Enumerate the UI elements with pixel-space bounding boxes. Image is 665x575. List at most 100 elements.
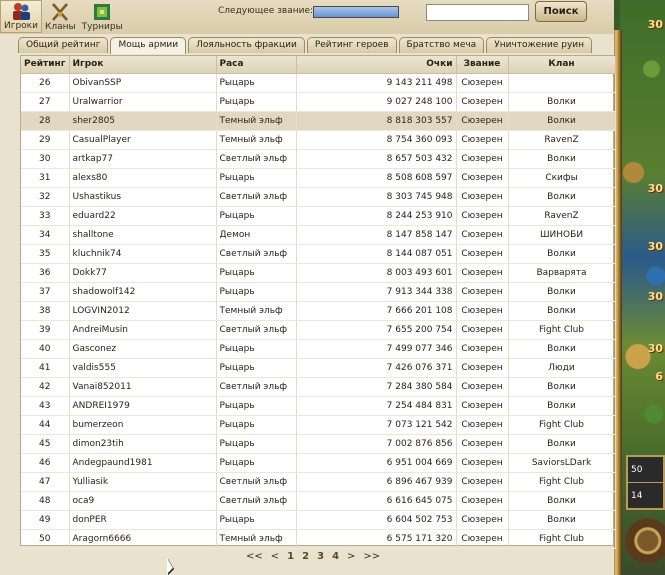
tab-1[interactable]: Мощь армии — [110, 37, 187, 54]
cell-clan[interactable]: Fight Club — [508, 529, 616, 549]
table-row[interactable]: 28 sher2805 Темный эльф 8 818 303 557 Сюзере… — [21, 111, 616, 131]
cell-clan[interactable]: Волки — [508, 244, 616, 264]
page-button-1[interactable]: 1 — [287, 551, 294, 562]
table-row[interactable]: 30 artkap77 Светлый эльф 8 657 503 432 Сюзер… — [21, 149, 616, 169]
column-header-title[interactable]: Звание — [456, 56, 509, 74]
cell-player[interactable]: dimon23tih — [69, 434, 217, 454]
cell-player[interactable]: shadowolf142 — [69, 282, 217, 302]
page-button-3[interactable]: 3 — [317, 551, 324, 562]
table-row[interactable]: 27 Uralwarrior Рыцарь 9 027 248 100 Сюзерен В… — [21, 92, 616, 112]
table-row[interactable]: 47 Yulliasik Светлый эльф 6 896 467 939 Сюзе… — [21, 472, 616, 492]
column-header-score[interactable]: Очки — [296, 56, 457, 74]
table-row[interactable]: 34 shalltone Демон 8 147 858 147 Сюзерен ШИНО… — [21, 225, 616, 245]
table-row[interactable]: 46 Andegpaund1981 Рыцарь 6 951 004 669 Сюзер… — [21, 453, 616, 473]
nav-players[interactable]: Игроки — [0, 0, 42, 33]
cell-clan[interactable]: Волки — [508, 339, 616, 359]
cell-clan[interactable]: Волки — [508, 434, 616, 454]
cell-clan[interactable]: Fight Club — [508, 320, 616, 340]
cell-clan[interactable]: Fight Club — [508, 415, 616, 435]
cell-player[interactable]: Dokk77 — [69, 263, 217, 283]
cell-clan[interactable]: Волки — [508, 396, 616, 416]
cell-player[interactable]: AndreiMusin — [69, 320, 217, 340]
cell-player[interactable]: bumerzeon — [69, 415, 217, 435]
cell-player[interactable]: Gasconez — [69, 339, 217, 359]
page-last-button[interactable]: >> — [363, 551, 380, 562]
cell-player[interactable]: LOGVIN2012 — [69, 301, 217, 321]
page-button-4[interactable]: 4 — [332, 551, 339, 562]
cell-player[interactable]: oca9 — [69, 491, 217, 511]
cell-player[interactable]: Vanai852011 — [69, 377, 217, 397]
column-header-race[interactable]: Раса — [216, 56, 297, 74]
table-row[interactable]: 32 Ushastikus Светлый эльф 8 303 745 948 Сюз… — [21, 187, 616, 207]
table-row[interactable]: 35 kluchnik74 Светлый эльф 8 144 087 051 Сюз… — [21, 244, 616, 264]
table-row[interactable]: 50 Aragorn6666 Темный эльф 6 575 171 320 Сюз… — [21, 529, 616, 549]
table-row[interactable]: 41 valdis555 Рыцарь 7 426 076 371 Сюзерен Люд… — [21, 358, 616, 378]
tab-5[interactable]: Уничтожение руин — [486, 37, 593, 53]
nav-tournaments[interactable]: Турниры — [79, 0, 126, 33]
column-header-player[interactable]: Игрок — [69, 56, 217, 74]
cell-clan[interactable]: Скифы — [508, 168, 616, 188]
cell-clan[interactable]: Волки — [508, 187, 616, 207]
cell-player[interactable]: shalltone — [69, 225, 217, 245]
cell-player[interactable]: ANDREI1979 — [69, 396, 217, 416]
rating-table-container[interactable]: Рейтинг Игрок Раса Очки Звание Клан 26 Ob… — [20, 55, 616, 549]
table-row[interactable]: 37 shadowolf142 Рыцарь 7 913 344 338 Сюзерен… — [21, 282, 616, 302]
table-row[interactable]: 38 LOGVIN2012 Темный эльф 7 666 201 108 Сюзе… — [21, 301, 616, 321]
cell-player[interactable]: alexs80 — [69, 168, 217, 188]
cell-player[interactable]: donPER — [69, 510, 217, 530]
cell-player[interactable]: Yulliasik — [69, 472, 217, 492]
cell-clan[interactable]: RavenZ — [508, 206, 616, 226]
table-row[interactable]: 42 Vanai852011 Светлый эльф 7 284 380 584 Сю… — [21, 377, 616, 397]
cell-clan[interactable]: SaviorsLDark — [508, 453, 616, 473]
page-first-button[interactable]: << — [246, 551, 263, 562]
cell-clan[interactable]: Волки — [508, 377, 616, 397]
search-input[interactable] — [426, 4, 529, 21]
table-row[interactable]: 33 eduard22 Рыцарь 8 244 253 910 Сюзерен Rave… — [21, 206, 616, 226]
cell-player[interactable]: Aragorn6666 — [69, 529, 217, 549]
cell-clan[interactable]: RavenZ — [508, 130, 616, 150]
table-row[interactable]: 45 dimon23tih Рыцарь 7 002 876 856 Сюзерен Во… — [21, 434, 616, 454]
cell-clan[interactable]: Волки — [508, 301, 616, 321]
cell-clan[interactable]: Волки — [508, 111, 616, 131]
cell-player[interactable]: Uralwarrior — [69, 92, 217, 112]
cell-clan[interactable]: Fight Club — [508, 472, 616, 492]
page-next-button[interactable]: > — [347, 551, 355, 562]
cell-player[interactable]: artkap77 — [69, 149, 217, 169]
table-row[interactable]: 49 donPER Рыцарь 6 604 502 753 Сюзерен Волки — [21, 510, 616, 530]
cell-clan[interactable]: Варварята — [508, 263, 616, 283]
cell-clan[interactable]: Волки — [508, 510, 616, 530]
table-row[interactable]: 43 ANDREI1979 Рыцарь 7 254 484 831 Сюзерен Во… — [21, 396, 616, 416]
cell-clan[interactable]: Волки — [508, 282, 616, 302]
column-header-rank[interactable]: Рейтинг — [21, 56, 70, 74]
table-row[interactable]: 44 bumerzeon Рыцарь 7 073 121 542 Сюзерен Fig… — [21, 415, 616, 435]
cell-clan[interactable]: Волки — [508, 92, 616, 112]
cell-clan[interactable] — [508, 73, 616, 93]
table-row[interactable]: 40 Gasconez Рыцарь 7 499 077 346 Сюзерен Волк… — [21, 339, 616, 359]
cell-clan[interactable]: ШИНОБИ — [508, 225, 616, 245]
nav-clans[interactable]: Кланы — [42, 0, 79, 33]
cell-player[interactable]: kluchnik74 — [69, 244, 217, 264]
cell-clan[interactable]: Волки — [508, 149, 616, 169]
search-button[interactable]: Поиск — [535, 1, 587, 22]
cell-player[interactable]: eduard22 — [69, 206, 217, 226]
page-prev-button[interactable]: < — [271, 551, 279, 562]
table-row[interactable]: 31 alexs80 Рыцарь 8 508 608 597 Сюзерен Скифы — [21, 168, 616, 188]
cell-player[interactable]: CasualPlayer — [69, 130, 217, 150]
tab-0[interactable]: Общий рейтинг — [18, 37, 109, 53]
page-button-2[interactable]: 2 — [302, 551, 309, 562]
table-row[interactable]: 48 oca9 Светлый эльф 6 616 645 075 Сюзерен Во… — [21, 491, 616, 511]
table-row[interactable]: 26 ObivanSSP Рыцарь 9 143 211 498 Сюзерен — [21, 73, 616, 93]
cell-player[interactable]: valdis555 — [69, 358, 217, 378]
tab-2[interactable]: Лояльность фракции — [188, 37, 305, 53]
cell-player[interactable]: Ushastikus — [69, 187, 217, 207]
tab-3[interactable]: Рейтинг героев — [306, 37, 397, 53]
table-row[interactable]: 36 Dokk77 Рыцарь 8 003 493 601 Сюзерен Варвар… — [21, 263, 616, 283]
tab-4[interactable]: Братство меча — [398, 37, 485, 53]
column-header-clan[interactable]: Клан — [508, 56, 616, 74]
table-row[interactable]: 29 CasualPlayer Темный эльф 8 754 360 093 Сю… — [21, 130, 616, 150]
cell-clan[interactable]: Волки — [508, 491, 616, 511]
cell-player[interactable]: ObivanSSP — [69, 73, 217, 93]
cell-player[interactable]: sher2805 — [69, 111, 217, 131]
cell-player[interactable]: Andegpaund1981 — [69, 453, 217, 473]
table-row[interactable]: 39 AndreiMusin Светлый эльф 7 655 200 754 Сю… — [21, 320, 616, 340]
